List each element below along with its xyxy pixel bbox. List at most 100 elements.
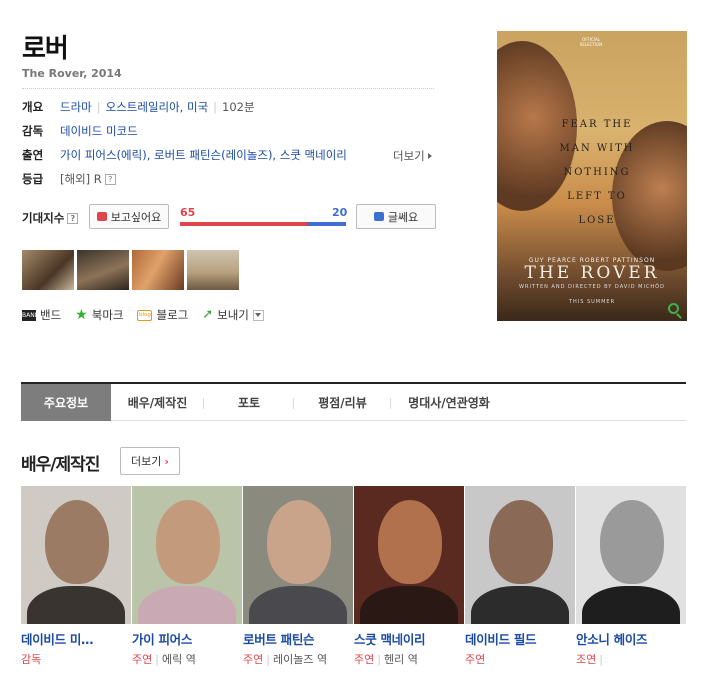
cast-more-link[interactable]: 더보기: [393, 148, 432, 164]
cast-item[interactable]: 스쿳 맥네이리 주연 | 헨리 역: [354, 486, 465, 667]
still-thumbnail[interactable]: [187, 250, 239, 290]
chevron-right-icon: [427, 153, 432, 159]
runtime: 102분: [222, 100, 255, 114]
director-row: 감독 데이비드 미코드: [22, 123, 138, 139]
cast-photo[interactable]: [576, 486, 686, 624]
star-icon: ★: [75, 307, 88, 323]
expectation-bar: [180, 222, 346, 226]
not-sure-label: 글쎄요: [387, 210, 419, 224]
still-thumbnail[interactable]: [77, 250, 129, 290]
role-type: 주연: [465, 653, 486, 666]
cast-role: 감독: [21, 651, 132, 667]
character-name: 레이놀즈 역: [272, 653, 328, 666]
expectation-label-text: 기대지수: [22, 211, 65, 225]
movie-subtitle: The Rover, 2014: [22, 67, 122, 80]
band-share[interactable]: BAND 밴드: [22, 307, 61, 323]
want-count: 65: [180, 206, 196, 219]
character-name: 헨리 역: [383, 653, 418, 666]
rating-value: [해외] R: [60, 172, 102, 186]
cast-item[interactable]: 안소니 헤이즈 조연 |: [576, 486, 687, 667]
blog-icon: blog: [137, 309, 153, 321]
cast-photo[interactable]: [354, 486, 464, 624]
chevron-right-icon: ›: [164, 454, 169, 468]
send-icon: ➚: [202, 307, 214, 322]
country-link[interactable]: 오스트레일리아, 미국: [106, 99, 209, 115]
cast-list: 데이비드 미… 감독 가이 피어스 주연 | 에릭 역 로버트 패틴슨 주연 | 레이놀…: [21, 486, 687, 667]
cast-photo[interactable]: [132, 486, 242, 624]
director-link[interactable]: 데이비드 미코드: [60, 123, 138, 139]
still-thumbnails: [22, 250, 239, 290]
director-label: 감독: [22, 124, 44, 138]
tab-bar: 주요정보 배우/제작진 포토 평점/리뷰 명대사/연관영화: [21, 382, 686, 421]
overview-row: 개요 드라마 | 오스트레일리아, 미국 | 102분: [22, 99, 255, 115]
help-icon[interactable]: ?: [67, 212, 79, 224]
role-type: 감독: [21, 653, 42, 666]
blog-share[interactable]: blog 블로그: [137, 307, 188, 323]
cast-role: 조연 |: [576, 653, 603, 666]
title-divider: [22, 88, 434, 89]
cast-role: 주연: [465, 651, 576, 667]
cast-name[interactable]: 데이비드 필드: [465, 629, 576, 648]
tab-main-info[interactable]: 주요정보: [21, 384, 111, 421]
zoom-icon[interactable]: [668, 303, 679, 314]
cast-item[interactable]: 로버트 패틴슨 주연 | 레이놀즈 역: [243, 486, 354, 667]
poster-release: THIS SUMMER: [568, 299, 616, 305]
cast-item[interactable]: 데이비드 미… 감독: [21, 486, 132, 667]
want-to-see-label: 보고싶어요: [110, 210, 162, 224]
send-label: 보내기: [217, 308, 249, 322]
cast-photo[interactable]: [465, 486, 575, 624]
cast-name[interactable]: 데이비드 미…: [21, 629, 132, 648]
genre-link[interactable]: 드라마: [60, 99, 92, 115]
still-thumbnail[interactable]: [22, 250, 74, 290]
cast-name[interactable]: 스쿳 맥네이리: [354, 629, 465, 648]
cast-role: 주연 | 헨리 역: [354, 653, 418, 666]
poster-credit: WRITTEN AND DIRECTED BY DAVID MICHÔD: [519, 284, 665, 290]
cast-name[interactable]: 가이 피어스: [132, 629, 243, 648]
tab-quotes-related[interactable]: 명대사/연관영화: [391, 384, 507, 421]
bookmark-label: 북마크: [91, 308, 124, 322]
overview-label: 개요: [22, 100, 44, 114]
poster-title: THE ROVER: [524, 263, 660, 283]
character-name: 에릭 역: [161, 653, 196, 666]
send-share[interactable]: ➚ 보내기: [202, 307, 264, 323]
role-type: 조연: [576, 653, 597, 666]
role-type: 주연: [243, 653, 264, 666]
blog-label: 블로그: [156, 308, 189, 322]
not-sure-button[interactable]: 글쎄요: [356, 204, 436, 229]
cast-role: 주연 | 레이놀즈 역: [243, 653, 328, 666]
band-icon: BAND: [22, 309, 40, 321]
poster-seal-text: OFFICIAL SELECTION: [579, 37, 603, 47]
still-thumbnail[interactable]: [132, 250, 184, 290]
tab-cast-crew[interactable]: 배우/제작진: [111, 384, 204, 421]
want-to-see-button[interactable]: 보고싶어요: [89, 204, 169, 229]
bookmark-share[interactable]: ★ 북마크: [75, 307, 123, 323]
movie-poster[interactable]: OFFICIAL SELECTION FEAR THE MAN WITH NOT…: [497, 31, 687, 321]
rating-row: 등급 [해외] R ?: [22, 171, 116, 187]
dropdown-icon[interactable]: [252, 309, 264, 321]
separator: |: [96, 100, 101, 114]
cast-photo[interactable]: [21, 486, 131, 624]
cast-item[interactable]: 가이 피어스 주연 | 에릭 역: [132, 486, 243, 667]
cast-more-button[interactable]: 더보기 ›: [120, 447, 180, 475]
cast-links[interactable]: 가이 피어스(에릭), 로버트 패틴슨(레이놀즈), 스쿳 맥네이리: [60, 147, 347, 163]
role-type: 주연: [354, 653, 375, 666]
cast-name[interactable]: 로버트 패틴슨: [243, 629, 354, 648]
cast-more-button-label: 더보기: [131, 455, 162, 468]
help-icon[interactable]: ?: [104, 173, 116, 185]
rating-label: 등급: [22, 172, 44, 186]
band-label: 밴드: [40, 308, 62, 322]
tab-reviews[interactable]: 평점/리뷰: [294, 384, 391, 421]
cast-role: 주연 | 에릭 역: [132, 653, 196, 666]
cast-item[interactable]: 데이비드 필드 주연: [465, 486, 576, 667]
share-bar: BAND 밴드 ★ 북마크 blog 블로그 ➚ 보내기: [22, 307, 264, 323]
cast-name[interactable]: 안소니 헤이즈: [576, 629, 687, 648]
thumbs-up-icon: [96, 212, 107, 221]
poster-tagline: FEAR THE MAN WITH NOTHING LEFT TO LOSE: [559, 119, 635, 226]
tab-photo[interactable]: 포토: [204, 384, 294, 421]
meh-count: 20: [332, 206, 348, 219]
expectation-label: 기대지수 ?: [22, 210, 79, 226]
cast-section-title: 배우/제작진: [21, 455, 100, 475]
cast-more-label: 더보기: [393, 149, 425, 163]
cast-photo[interactable]: [243, 486, 353, 624]
cast-row: 출연 가이 피어스(에릭), 로버트 패틴슨(레이놀즈), 스쿳 맥네이리: [22, 147, 347, 163]
